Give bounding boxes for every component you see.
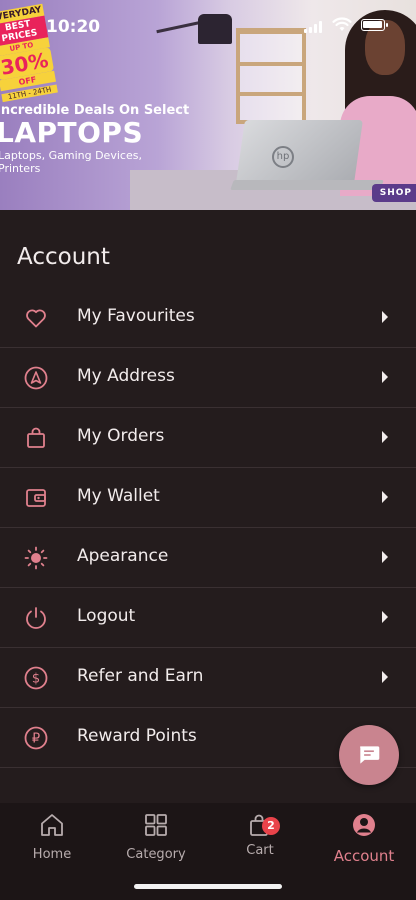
menu-item-label: Apearance	[77, 546, 169, 566]
banner-title: LAPTOPS	[0, 116, 144, 149]
menu-item-label: My Wallet	[77, 486, 160, 506]
menu-item-appearance[interactable]: Apearance	[0, 528, 416, 588]
power-icon	[26, 607, 46, 629]
status-bar: 10:20	[0, 0, 416, 46]
dollar-icon: $	[24, 666, 48, 690]
navigation-arrow-icon	[24, 366, 48, 390]
menu-item-label: My Orders	[77, 426, 165, 446]
home-indicator	[134, 884, 282, 889]
heart-icon	[26, 309, 46, 328]
chevron-right-icon	[382, 431, 388, 443]
menu-item-label: Reward Points	[77, 726, 197, 746]
menu-item-label: My Favourites	[77, 306, 195, 326]
wifi-icon	[332, 17, 352, 31]
nav-cart-label: Cart	[246, 843, 274, 858]
battery-icon	[361, 19, 388, 31]
menu-item-label: Refer and Earn	[77, 666, 204, 686]
menu-item-wallet[interactable]: My Wallet	[0, 468, 416, 528]
menu-item-address[interactable]: My Address	[0, 348, 416, 408]
chevron-right-icon	[382, 671, 388, 683]
banner-subtitle-line2: Printers	[0, 162, 41, 175]
chevron-right-icon	[382, 491, 388, 503]
banner-subtitle-line1: Laptops, Gaming Devices,	[0, 149, 142, 162]
chevron-right-icon	[382, 551, 388, 563]
nav-account-label: Account	[333, 847, 395, 865]
home-icon	[41, 814, 63, 836]
chat-button[interactable]	[339, 725, 399, 785]
menu-item-refer-earn[interactable]: $ Refer and Earn	[0, 648, 416, 708]
shopping-bag-icon	[27, 427, 45, 448]
menu-item-logout[interactable]: Logout	[0, 588, 416, 648]
nav-home[interactable]: Home	[7, 811, 97, 862]
account-icon	[353, 814, 375, 836]
menu-item-label: Logout	[77, 606, 136, 626]
menu-item-favourites[interactable]: My Favourites	[0, 288, 416, 348]
cart-icon-wrap: 2	[246, 811, 280, 839]
chevron-right-icon	[382, 371, 388, 383]
chat-bubble-icon	[360, 746, 380, 764]
shop-now-button[interactable]: SHOP	[371, 184, 416, 202]
cart-count-badge: 2	[262, 817, 280, 835]
account-menu: My Favourites My Address My Orders My Wa…	[0, 288, 416, 768]
laptop-brand-logo: hp	[272, 146, 294, 168]
chevron-right-icon	[382, 611, 388, 623]
wallet-icon	[26, 489, 46, 507]
page-title: Account	[17, 244, 110, 270]
ruble-icon: ₽	[24, 726, 48, 750]
nav-category[interactable]: Category	[111, 811, 201, 862]
nav-home-label: Home	[32, 847, 72, 862]
menu-item-orders[interactable]: My Orders	[0, 408, 416, 468]
sun-icon	[24, 546, 48, 570]
nav-account[interactable]: Account	[319, 811, 409, 865]
svg-text:₽: ₽	[32, 732, 40, 747]
status-time: 10:20	[46, 17, 101, 37]
svg-text:$: $	[32, 672, 40, 687]
grid-icon	[145, 814, 167, 836]
banner-laptop-base	[230, 180, 384, 190]
chevron-right-icon	[382, 311, 388, 323]
nav-category-label: Category	[126, 847, 186, 862]
nav-cart[interactable]: 2 Cart	[215, 811, 305, 858]
menu-item-label: My Address	[77, 366, 175, 386]
cellular-signal-icon	[304, 21, 324, 33]
